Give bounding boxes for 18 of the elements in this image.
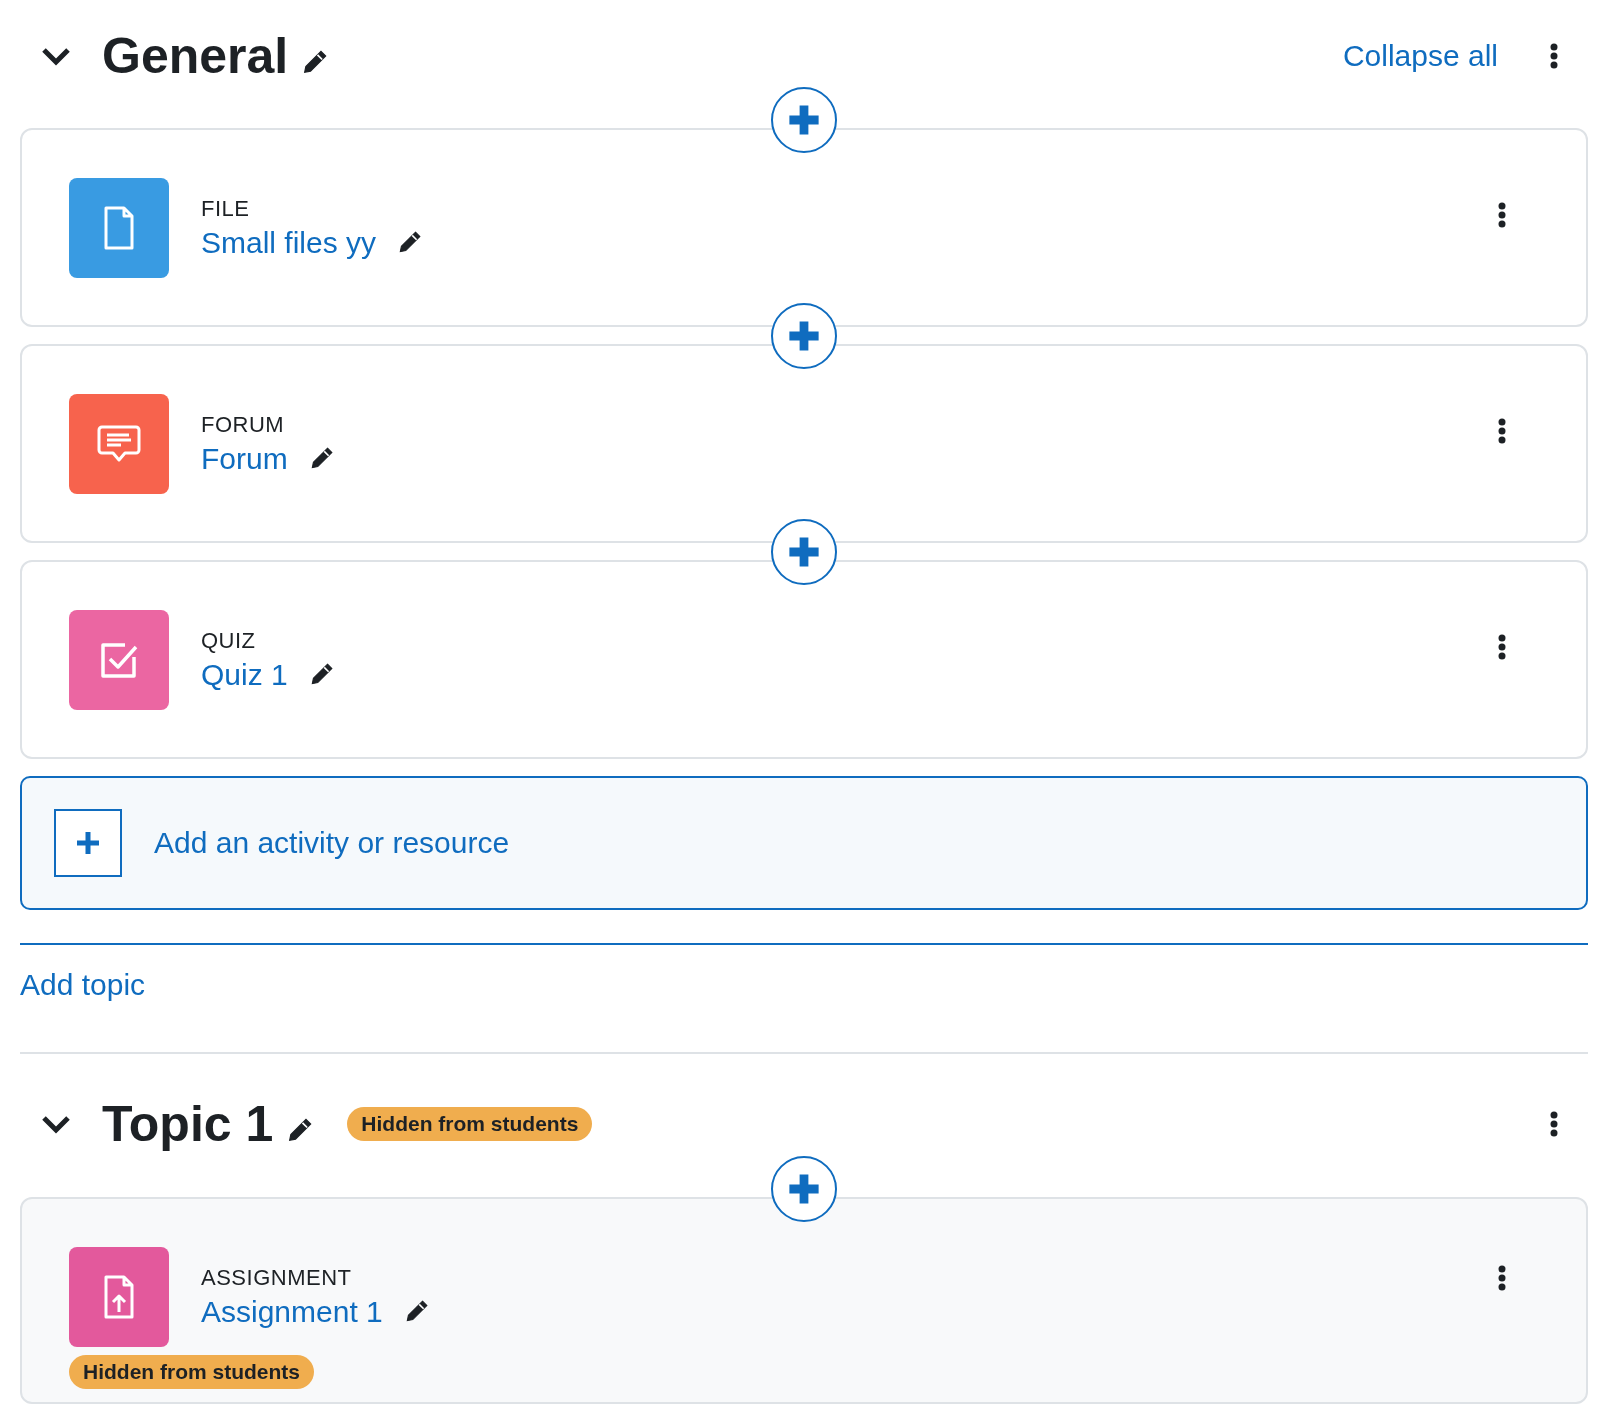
hidden-badge: Hidden from students — [69, 1355, 314, 1389]
activity-link[interactable]: Forum — [201, 441, 288, 476]
plus-icon — [75, 830, 101, 856]
section-title: Topic 1 — [102, 1095, 274, 1153]
activity-link[interactable]: Quiz 1 — [201, 657, 288, 692]
activity-type: FILE — [201, 195, 251, 222]
add-topic-link[interactable]: Add topic — [20, 965, 146, 1005]
collapse-all-link[interactable]: Collapse all — [1342, 38, 1498, 73]
activity-type: ASSIGNMENT — [201, 1265, 353, 1291]
activity-link[interactable]: Small files yy — [201, 225, 377, 260]
chevron-down-icon[interactable] — [41, 1114, 71, 1134]
activity-type: FORUM — [201, 411, 286, 438]
add-activity-button[interactable]: Add an activity or resource — [20, 776, 1588, 910]
activity-type: QUIZ — [201, 627, 257, 654]
section-title: General — [102, 26, 289, 85]
hidden-badge: Hidden from students — [347, 1107, 593, 1141]
activity-link[interactable]: Assignment 1 — [201, 1295, 383, 1329]
chevron-down-icon[interactable] — [41, 45, 71, 66]
